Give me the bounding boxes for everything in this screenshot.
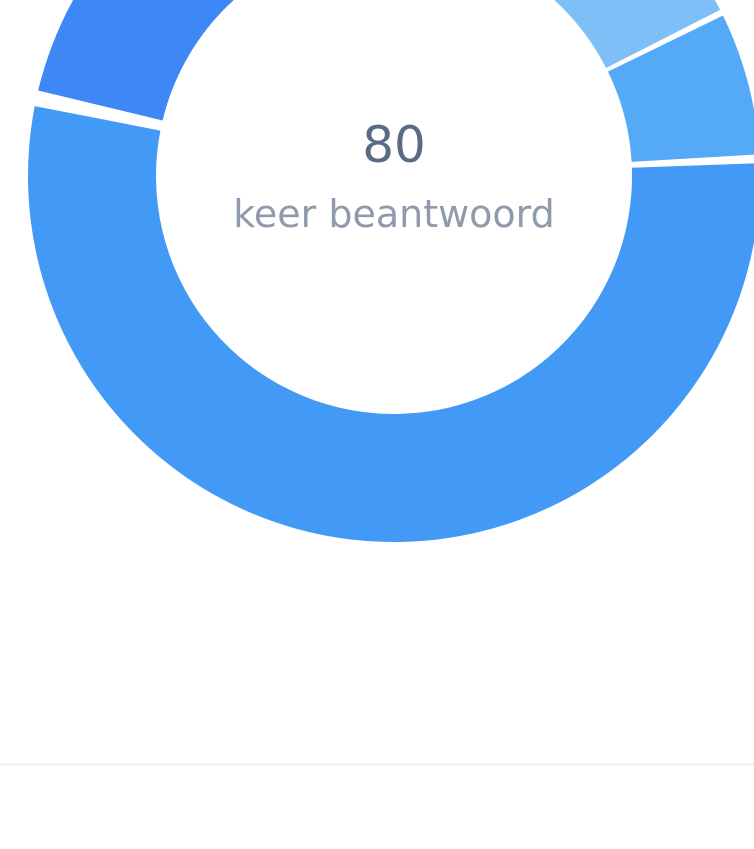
donut-slices	[28, 0, 754, 542]
donut-slice-dark	[38, 0, 234, 121]
center-value: 80	[362, 116, 426, 174]
chart-page: 80 keer beantwoord	[0, 0, 754, 849]
center-label: keer beantwoord	[233, 192, 555, 236]
section-divider	[0, 763, 754, 766]
